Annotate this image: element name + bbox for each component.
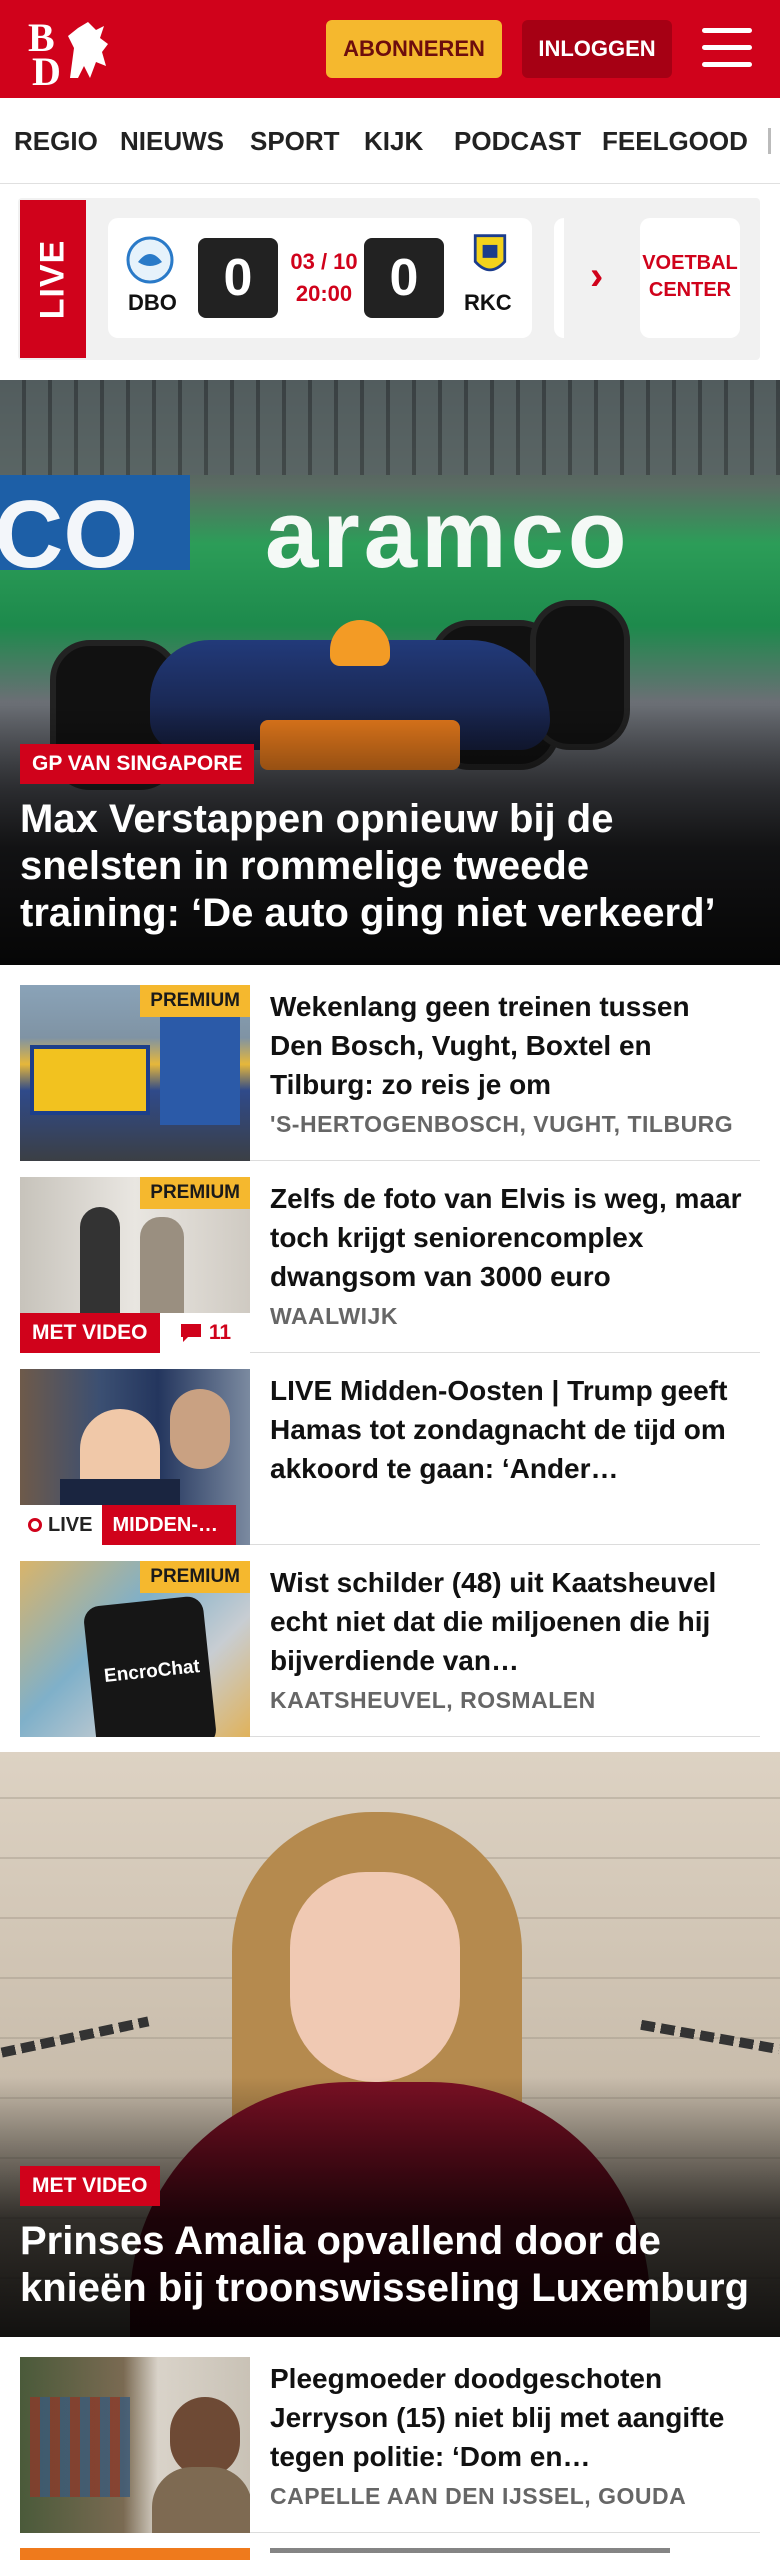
premium-badge: PREMIUM <box>140 1561 250 1593</box>
subscribe-button[interactable]: ABONNEREN <box>326 20 502 78</box>
article-title[interactable]: LIVE Midden-Oosten | Trump geeft Hamas t… <box>270 1371 750 1488</box>
logo-letter-d: D <box>32 49 61 94</box>
bd-logo[interactable]: B D <box>26 14 118 94</box>
login-button[interactable]: INLOGGEN <box>522 20 672 78</box>
match-time: 20:00 <box>295 281 353 306</box>
article-location: 'S-HERTOGENBOSCH, VUGHT, TILBURG <box>270 1111 734 1137</box>
home-score: 0 <box>198 238 278 318</box>
article-thumbnail <box>20 2357 250 2533</box>
premium-badge: PREMIUM <box>140 985 250 1017</box>
away-team-name: RKC <box>464 290 512 315</box>
banner-text-sponsor: aramco <box>265 481 631 588</box>
article-title[interactable]: Pleegmoeder doodgeschoten Jerryson (15) … <box>270 2359 750 2476</box>
nav-item-sport[interactable]: SPORT <box>250 126 340 157</box>
hamburger-menu-icon[interactable] <box>702 28 752 70</box>
article-thumbnail: PREMIUM MET VIDEO 11 <box>20 1177 250 1353</box>
hero-headline[interactable]: Max Verstappen opnieuw bij de snelsten i… <box>20 796 760 937</box>
video-badge: MET VIDEO <box>20 2166 160 2206</box>
chevron-right-icon[interactable]: › <box>590 254 603 299</box>
nav-item-podcast[interactable]: PODCAST <box>454 126 581 157</box>
hero-article-amalia[interactable]: MET VIDEO Prinses Amalia opvallend door … <box>0 1752 780 2337</box>
top-bar: B D ABONNEREN INLOGGEN <box>0 0 780 98</box>
category-badge: MIDDEN-… <box>102 1505 237 1545</box>
article-thumbnail: EncroChat PREMIUM <box>20 1561 250 1737</box>
article-location: KAATSHEUVEL, ROSMALEN <box>270 1687 596 1713</box>
voetbal-center-label-line1: VOETBAL <box>642 252 738 274</box>
hero-article-verstappen[interactable]: CO aramco GP VAN SINGAPORE Max Verstappe… <box>0 380 780 965</box>
nav-item-regio[interactable]: REGIO <box>14 126 98 157</box>
article-location: WAALWIJK <box>270 1303 398 1329</box>
video-badge: MET VIDEO <box>20 1313 160 1353</box>
nav-more-divider <box>768 128 771 154</box>
article-item-partial[interactable] <box>20 2548 760 2560</box>
nav-item-kijk[interactable]: KIJK <box>364 126 423 157</box>
voetbal-center-label-line2: CENTER <box>648 279 732 301</box>
home-team-name: DBO <box>128 290 177 315</box>
match-datetime: 03 / 10 20:00 <box>288 246 360 310</box>
article-item[interactable]: PREMIUM MET VIDEO 11 Zelfs de foto van E… <box>20 1177 760 1353</box>
live-label: LIVE <box>20 200 86 358</box>
premium-badge: PREMIUM <box>140 1177 250 1209</box>
person-face <box>290 1872 460 2082</box>
grandstand-background <box>0 380 780 475</box>
article-item[interactable]: Pleegmoeder doodgeschoten Jerryson (15) … <box>20 2357 760 2533</box>
banner-text-left: CO <box>0 481 138 588</box>
article-item[interactable]: LIVE MIDDEN-… LIVE Midden-Oosten | Trump… <box>20 1369 760 1545</box>
article-thumbnail: PREMIUM <box>20 985 250 1161</box>
hero-headline[interactable]: Prinses Amalia opvallend door de knieën … <box>20 2218 760 2312</box>
article-location: CAPELLE AAN DEN IJSSEL, GOUDA <box>270 2483 687 2509</box>
match-card[interactable]: DBO 0 03 / 10 20:00 0 RKC <box>108 218 532 338</box>
comment-bubble-icon <box>180 1324 201 1342</box>
nav-item-feelgood[interactable]: FEELGOOD <box>602 126 748 157</box>
partial-card-divider <box>554 218 564 338</box>
article-thumbnail: LIVE MIDDEN-… <box>20 1369 250 1545</box>
live-scores-widget: LIVE DBO 0 03 / 10 20:00 0 RKC › VOETBAL… <box>18 198 760 360</box>
rkc-club-logo-icon <box>473 234 507 272</box>
away-score: 0 <box>364 238 444 318</box>
article-title[interactable]: Zelfs de foto van Elvis is weg, maar toc… <box>270 1179 750 1296</box>
main-navigation: REGIO NIEUWS SPORT KIJK PODCAST FEELGOOD <box>0 98 780 184</box>
live-badge: LIVE MIDDEN-… <box>20 1505 237 1545</box>
article-title[interactable]: Wist schilder (48) uit Kaatsheu­vel echt… <box>270 1563 750 1680</box>
comment-count[interactable]: 11 <box>160 1313 250 1353</box>
article-item[interactable]: EncroChat PREMIUM Wist schilder (48) uit… <box>20 1561 760 1737</box>
voetbal-center-link[interactable]: VOETBAL CENTER <box>640 218 740 338</box>
article-title-partial <box>270 2548 670 2560</box>
comment-count-value: 11 <box>208 1321 232 1344</box>
article-item[interactable]: PREMIUM Wekenlang geen treinen tussen De… <box>20 985 760 1161</box>
nav-item-nieuws[interactable]: NIEUWS <box>120 126 224 157</box>
hero-category-tag[interactable]: GP VAN SINGAPORE <box>20 744 255 784</box>
article-title[interactable]: Wekenlang geen treinen tussen Den Bosch,… <box>270 987 750 1104</box>
lion-emblem-icon <box>68 22 108 78</box>
match-date: 03 / 10 <box>290 249 358 274</box>
dbo-club-logo-icon <box>126 236 174 284</box>
article-thumbnail <box>20 2548 250 2560</box>
live-dot-icon <box>28 1518 42 1532</box>
